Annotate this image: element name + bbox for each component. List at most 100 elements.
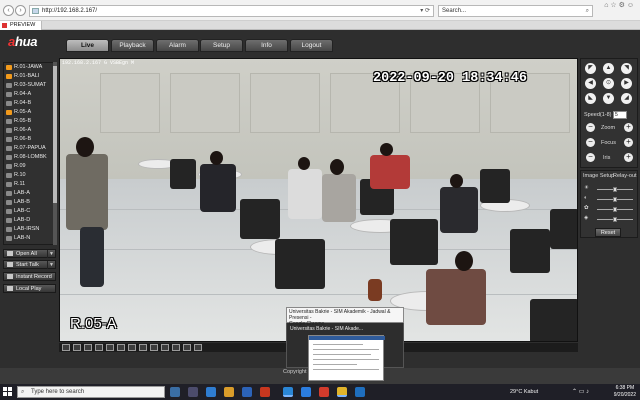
preview-thumbnail[interactable]: [308, 335, 385, 381]
browser-search-input[interactable]: Search... ⌕: [438, 5, 593, 17]
weather-text[interactable]: 29°C Kabut: [510, 389, 570, 395]
ptz-up-right-icon[interactable]: ◥: [621, 63, 632, 74]
saturation-slider[interactable]: [597, 207, 633, 212]
audio-icon[interactable]: [139, 344, 147, 351]
zoom-digital-icon[interactable]: [150, 344, 158, 351]
channel-item[interactable]: R.06-A: [4, 126, 54, 135]
back-button[interactable]: ‹: [3, 5, 14, 16]
record-icon[interactable]: [128, 344, 136, 351]
fullscreen-icon[interactable]: [106, 344, 114, 351]
app-icon[interactable]: [319, 387, 329, 397]
channel-item[interactable]: R.08-LOMBK: [4, 153, 54, 162]
windows-start-icon[interactable]: [3, 387, 13, 397]
nine-view-icon[interactable]: [84, 344, 92, 351]
channel-item[interactable]: R.01-JAWA: [4, 63, 54, 72]
hue-slider[interactable]: [597, 217, 633, 222]
chevron-down-icon[interactable]: ▼: [47, 261, 54, 269]
ptz-down-icon[interactable]: ▼: [603, 93, 614, 104]
channel-item[interactable]: LAB-N: [4, 234, 54, 243]
channel-item[interactable]: LAB-C: [4, 207, 54, 216]
speed-select[interactable]: 5: [613, 111, 627, 119]
focus-far-button[interactable]: +: [624, 138, 633, 147]
slider-knob[interactable]: [613, 197, 617, 202]
search-icon[interactable]: ⌕: [586, 6, 589, 16]
single-view-icon[interactable]: [62, 344, 70, 351]
reset-button[interactable]: Reset: [595, 228, 621, 237]
internet-explorer-icon[interactable]: [283, 387, 293, 397]
office-icon[interactable]: [260, 387, 270, 397]
channel-item[interactable]: LAB-B: [4, 198, 54, 207]
nav-logout[interactable]: Logout: [290, 39, 333, 52]
slider-knob[interactable]: [613, 217, 617, 222]
taskbar-search-input[interactable]: ⌕ Type here to search: [17, 386, 165, 398]
contrast-slider[interactable]: [597, 197, 633, 202]
ptz-center-icon[interactable]: ⊙: [603, 78, 614, 89]
nav-playback[interactable]: Playback: [111, 39, 154, 52]
home-icon[interactable]: ⌂: [604, 2, 608, 9]
channel-item[interactable]: LAB-A: [4, 189, 54, 198]
iris-open-button[interactable]: +: [624, 153, 633, 162]
channel-item[interactable]: R.04-B: [4, 99, 54, 108]
scrollbar-thumb[interactable]: [53, 66, 57, 203]
widgets-icon[interactable]: [188, 387, 198, 397]
edge-browser-icon[interactable]: [206, 387, 216, 397]
nav-live[interactable]: Live: [66, 39, 109, 52]
file-explorer-icon[interactable]: [224, 387, 234, 397]
gear-icon[interactable]: ⚙: [619, 2, 625, 9]
ptz-right-icon[interactable]: ▶: [621, 78, 632, 89]
star-icon[interactable]: ☆: [610, 2, 616, 9]
smiley-icon[interactable]: ☺: [627, 2, 634, 9]
channel-item[interactable]: R.04-A: [4, 90, 54, 99]
word-icon[interactable]: [355, 387, 365, 397]
chevron-down-icon[interactable]: ▼: [47, 250, 54, 258]
nav-info[interactable]: Info: [245, 39, 288, 52]
zoom-out-button[interactable]: −: [586, 123, 595, 132]
close-all-icon[interactable]: [194, 344, 202, 351]
channel-item[interactable]: R.11: [4, 180, 54, 189]
system-clock[interactable]: 6:38 PM 9/20/2022: [614, 385, 636, 398]
channel-item[interactable]: R.05-A: [4, 108, 54, 117]
ptz-left-icon[interactable]: ◀: [585, 78, 596, 89]
channel-item[interactable]: R.05-B: [4, 117, 54, 126]
live-video-feed[interactable]: 2022-09-20 18:34:46 192.168.2.167 G VSBE…: [59, 58, 578, 342]
ptz-up-icon[interactable]: ▲: [603, 63, 614, 74]
open-all-button[interactable]: Open All ▼: [3, 249, 56, 258]
refresh-icon[interactable]: ▾ ⟳: [420, 6, 430, 16]
focus-near-button[interactable]: −: [586, 138, 595, 147]
channel-item[interactable]: R.07-PAPUA: [4, 144, 54, 153]
iris-close-button[interactable]: −: [586, 153, 595, 162]
quad-view-icon[interactable]: [73, 344, 81, 351]
zoom-icon[interactable]: [301, 387, 311, 397]
start-talk-button[interactable]: Start Talk ▼: [3, 260, 56, 269]
ptz-down-left-icon[interactable]: ◣: [585, 93, 596, 104]
snapshot-icon[interactable]: [117, 344, 125, 351]
ptz-up-left-icon[interactable]: ◤: [585, 63, 596, 74]
brightness-slider[interactable]: [597, 187, 633, 192]
nav-alarm[interactable]: Alarm: [156, 39, 199, 52]
channel-item[interactable]: R.09: [4, 162, 54, 171]
ptz-down-right-icon[interactable]: ◢: [621, 93, 632, 104]
fluency-icon[interactable]: [172, 344, 180, 351]
forward-button[interactable]: ›: [15, 5, 26, 16]
channel-item[interactable]: R.03-SUMAT: [4, 81, 54, 90]
slider-knob[interactable]: [613, 187, 617, 192]
channel-item[interactable]: R.06-B: [4, 135, 54, 144]
channel-item[interactable]: R.10: [4, 171, 54, 180]
ratio-icon[interactable]: [161, 344, 169, 351]
browser-tab[interactable]: PREVIEW: [0, 21, 43, 30]
channel-item[interactable]: LAB-IRSN: [4, 225, 54, 234]
stream-icon[interactable]: [183, 344, 191, 351]
task-view-icon[interactable]: [170, 387, 180, 397]
sixteen-view-icon[interactable]: [95, 344, 103, 351]
channel-item[interactable]: R.01-BALI: [4, 72, 54, 81]
address-bar[interactable]: http://192.168.2.167/ ▾ ⟳: [29, 5, 434, 17]
mail-icon[interactable]: [242, 387, 252, 397]
nav-setup[interactable]: Setup: [200, 39, 243, 52]
tray-icons[interactable]: ⌃ ▭ ♪: [572, 388, 600, 395]
instant-record-button[interactable]: Instant Record: [3, 272, 56, 281]
zoom-in-button[interactable]: +: [624, 123, 633, 132]
channel-list-scrollbar[interactable]: [53, 62, 57, 245]
chrome-icon[interactable]: [337, 387, 347, 397]
channel-item[interactable]: LAB-D: [4, 216, 54, 225]
slider-knob[interactable]: [613, 207, 617, 212]
